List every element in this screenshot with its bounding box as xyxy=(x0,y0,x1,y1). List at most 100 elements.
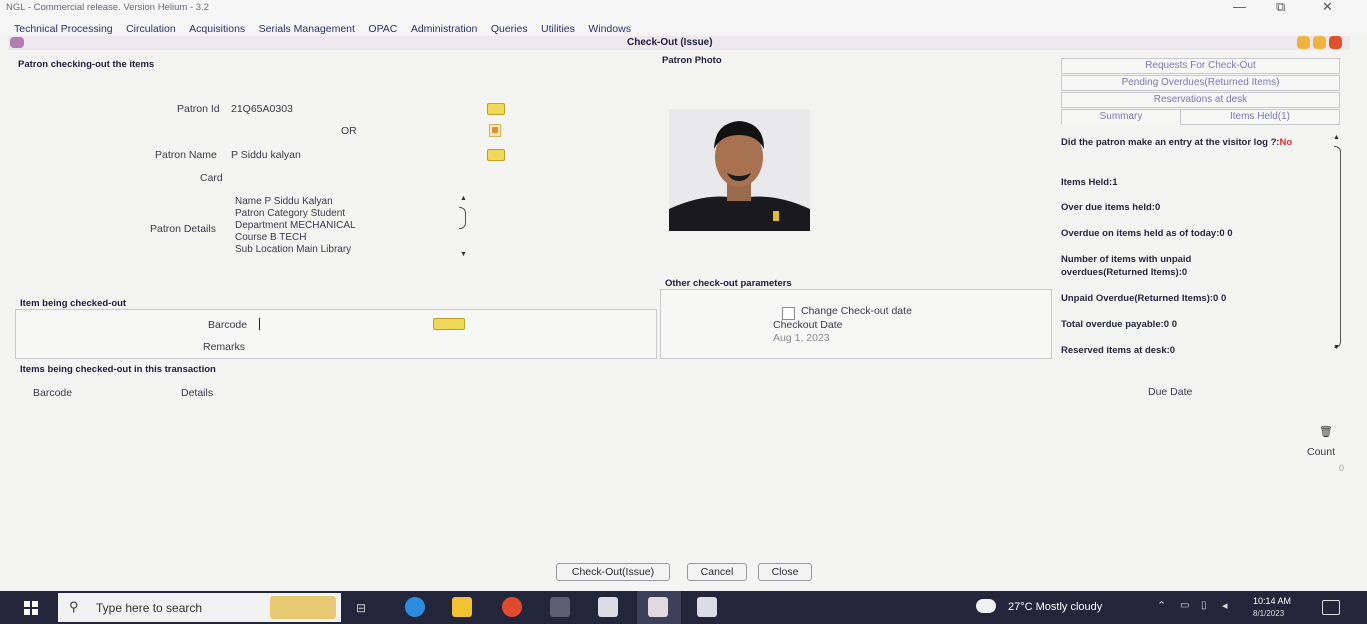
visitor-log-answer: No xyxy=(1279,137,1293,148)
search-highlight-image xyxy=(270,596,336,619)
menu-items: Technical Processing Circulation Acquisi… xyxy=(14,19,640,37)
summary-scroll-down-icon[interactable]: ▼ xyxy=(1333,344,1340,351)
unpaid-overdue-text: Unpaid Overdue(Returned Items):0 0 xyxy=(1061,293,1227,304)
detail-line-name: Name P Siddu Kalyan xyxy=(235,196,333,207)
patron-details-label: Patron Details xyxy=(150,223,216,235)
transaction-section-title: Items being checked-out in this transact… xyxy=(20,364,216,375)
cancel-button[interactable]: Cancel xyxy=(687,563,747,581)
patron-name-lookup-icon[interactable] xyxy=(487,149,505,161)
menu-technical-processing[interactable]: Technical Processing xyxy=(14,23,113,35)
edge-icon[interactable] xyxy=(405,597,425,617)
patron-photo-label: Patron Photo xyxy=(662,55,722,66)
scroll-down-icon[interactable]: ▼ xyxy=(460,251,467,258)
volume-icon[interactable]: ◂ xyxy=(1222,599,1228,612)
patron-photo xyxy=(669,109,810,231)
card-label: Card xyxy=(200,172,223,184)
windows-start-icon[interactable] xyxy=(24,601,38,615)
patron-details-scrollbar[interactable]: ▲ ▼ xyxy=(457,195,469,261)
weather-text[interactable]: 27°C Mostly cloudy xyxy=(1008,601,1102,613)
barcode-label: Barcode xyxy=(208,319,248,331)
taskbar-search-box[interactable]: ⚲ Type here to search xyxy=(58,593,341,622)
reserved-items-text: Reserved items at desk:0 xyxy=(1061,345,1176,356)
close-button[interactable]: Close xyxy=(758,563,812,581)
checkout-issue-button[interactable]: Check-Out(Issue) xyxy=(556,563,670,581)
minimize-button[interactable]: — xyxy=(1233,0,1246,14)
notifications-icon[interactable] xyxy=(1322,600,1340,615)
checkout-date-label: Checkout Date xyxy=(773,319,843,331)
barcode-input[interactable] xyxy=(259,316,419,332)
count-value: 0 xyxy=(1339,463,1345,473)
remarks-label: Remarks xyxy=(203,341,246,353)
detail-line-course: Course B TECH xyxy=(235,232,307,243)
window-close-icon[interactable] xyxy=(1329,36,1342,49)
patron-details-box: Name P Siddu Kalyan Patron Category Stud… xyxy=(235,195,455,263)
weather-cloud-icon xyxy=(976,599,996,613)
change-date-label: Change Check-out date xyxy=(801,305,912,317)
tab-pending-overdues[interactable]: Pending Overdues(Returned Items) xyxy=(1061,75,1340,91)
unpaid-count-text: Number of items with unpaid overdues(Ret… xyxy=(1061,254,1192,278)
window-minimize-icon[interactable] xyxy=(1297,36,1310,49)
patron-id-label: Patron Id xyxy=(177,103,220,115)
overdue-items-text: Over due items held:0 xyxy=(1061,202,1161,213)
menu-acquisitions[interactable]: Acquisitions xyxy=(189,23,245,35)
summary-scroll-up-icon[interactable]: ▲ xyxy=(1333,134,1340,141)
col-details[interactable]: Details xyxy=(181,387,213,399)
menu-windows[interactable]: Windows xyxy=(588,23,631,35)
chrome-icon[interactable] xyxy=(502,597,522,617)
visitor-log-question: Did the patron make an entry at the visi… xyxy=(1061,137,1280,148)
or-label: OR xyxy=(341,125,357,137)
scroll-up-icon[interactable]: ▲ xyxy=(460,195,467,202)
task-view-icon[interactable]: ⊟ xyxy=(356,601,366,615)
scroll-thumb[interactable] xyxy=(459,207,466,229)
other-params-title: Other check-out parameters xyxy=(665,278,792,289)
col-due-date[interactable]: Due Date xyxy=(1148,386,1192,398)
patron-id-field[interactable]: 21Q65A0303 xyxy=(231,103,293,115)
tab-items-held[interactable]: Items Held(1) xyxy=(1180,109,1340,125)
menu-opac[interactable]: OPAC xyxy=(368,23,397,35)
tab-requests-for-checkout[interactable]: Requests For Check-Out xyxy=(1061,58,1340,74)
patron-photo-image xyxy=(669,109,810,231)
network-icon[interactable]: ▭ xyxy=(1180,600,1189,611)
search-placeholder: Type here to search xyxy=(96,601,203,615)
menu-serials-management[interactable]: Serials Management xyxy=(259,23,355,35)
patron-id-lookup-icon[interactable] xyxy=(487,103,505,115)
tab-reservations-at-desk[interactable]: Reservations at desk xyxy=(1061,92,1340,108)
restore-button[interactable]: ⧉ xyxy=(1276,0,1285,15)
clock-time[interactable]: 10:14 AM xyxy=(1253,596,1291,606)
terminal-icon[interactable] xyxy=(550,597,570,617)
overdue-today-text: Overdue on items held as of today:0 0 xyxy=(1061,228,1233,239)
item-section-title: Item being checked-out xyxy=(20,298,127,309)
barcode-lookup-icon[interactable] xyxy=(433,318,465,330)
other-params-panel xyxy=(660,289,1052,359)
col-barcode[interactable]: Barcode xyxy=(33,387,72,399)
title-bar: NGL - Commercial release. Version Helium… xyxy=(0,0,1367,16)
clock-date[interactable]: 8/1/2023 xyxy=(1253,609,1284,618)
window-maximize-icon[interactable] xyxy=(1313,36,1326,49)
text-cursor xyxy=(259,318,260,330)
patron-name-field[interactable]: P Siddu kalyan xyxy=(231,149,301,161)
file-explorer-icon[interactable] xyxy=(452,597,472,617)
app-icon-3[interactable] xyxy=(697,597,717,617)
summary-scrollbar[interactable]: ▲ ▼ xyxy=(1333,134,1343,352)
battery-icon[interactable]: ▯ xyxy=(1201,600,1207,611)
menu-administration[interactable]: Administration xyxy=(411,23,478,35)
menu-utilities[interactable]: Utilities xyxy=(541,23,575,35)
app-icon-2[interactable] xyxy=(648,597,668,617)
tray-chevron-icon[interactable]: ⌃ xyxy=(1157,599,1166,612)
hourglass-icon[interactable] xyxy=(489,124,501,137)
detail-line-category: Patron Category Student xyxy=(235,208,346,219)
menu-circulation[interactable]: Circulation xyxy=(126,23,176,35)
detail-line-department: Department MECHANICAL xyxy=(235,220,356,231)
items-held-text: Items Held:1 xyxy=(1061,177,1118,188)
delete-trash-icon[interactable]: 🗑 xyxy=(1318,425,1334,439)
app-icon-1[interactable] xyxy=(598,597,618,617)
patron-name-label: Patron Name xyxy=(155,149,217,161)
window-menu-icon[interactable] xyxy=(10,37,24,48)
app-title: NGL - Commercial release. Version Helium… xyxy=(6,2,209,13)
menu-queries[interactable]: Queries xyxy=(491,23,528,35)
search-icon: ⚲ xyxy=(69,599,79,614)
close-app-button[interactable]: ✕ xyxy=(1322,0,1333,15)
visitor-log-text: Did the patron make an entry at the visi… xyxy=(1061,136,1301,149)
summary-scroll-thumb[interactable] xyxy=(1334,146,1341,348)
tab-summary[interactable]: Summary xyxy=(1061,109,1181,125)
